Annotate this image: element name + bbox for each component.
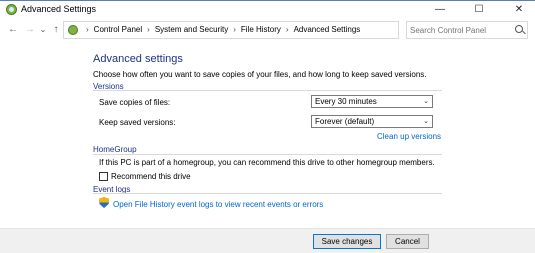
- event-logs-divider: [93, 193, 442, 194]
- breadcrumb-separator: ›: [147, 25, 150, 34]
- cancel-button[interactable]: Cancel: [386, 234, 429, 249]
- breadcrumb-system-and-security[interactable]: System and Security: [155, 25, 228, 34]
- homegroup-section-title: HomeGroup: [93, 145, 137, 154]
- window-title: Advanced Settings: [21, 4, 97, 14]
- keep-versions-select[interactable]: Forever (default) ⌄: [311, 115, 433, 128]
- dialog-footer: Save changes Cancel: [0, 228, 535, 253]
- title-bar: Advanced Settings — ☐ ✕: [0, 0, 535, 18]
- maximize-button[interactable]: ☐: [466, 1, 492, 18]
- keep-versions-label: Keep saved versions:: [99, 118, 176, 127]
- versions-divider: [93, 90, 442, 91]
- search-input[interactable]: [410, 24, 510, 36]
- address-bar[interactable]: › Control Panel › System and Security › …: [63, 21, 460, 39]
- back-button[interactable]: ←: [7, 23, 19, 36]
- event-logs-link[interactable]: Open File History event logs to view rec…: [113, 200, 323, 209]
- shield-icon: [99, 197, 109, 208]
- chevron-down-icon: ⌄: [423, 118, 429, 125]
- save-copies-value: Every 30 minutes: [315, 97, 377, 106]
- control-panel-icon: [68, 25, 78, 35]
- save-changes-button[interactable]: Save changes: [313, 234, 381, 249]
- breadcrumb-separator: ›: [285, 25, 289, 34]
- recent-locations-button[interactable]: ⌄: [37, 23, 49, 36]
- save-copies-select[interactable]: Every 30 minutes ⌄: [311, 95, 433, 108]
- breadcrumb-advanced-settings[interactable]: Advanced Settings: [294, 25, 361, 34]
- address-toolbar: ← → ⌄ ↑ › Control Panel › System and Sec…: [0, 19, 535, 41]
- forward-button[interactable]: →: [24, 23, 36, 36]
- breadcrumb-file-history[interactable]: File History: [241, 25, 281, 34]
- search-icon[interactable]: [515, 25, 523, 33]
- save-copies-label: Save copies of files:: [99, 98, 171, 107]
- page-title: Advanced settings: [93, 53, 183, 65]
- close-button[interactable]: ✕: [506, 1, 532, 18]
- breadcrumb-control-panel[interactable]: Control Panel: [94, 25, 142, 34]
- keep-versions-value: Forever (default): [315, 117, 375, 126]
- recommend-drive-checkbox[interactable]: [99, 172, 108, 181]
- page-description: Choose how often you want to save copies…: [93, 70, 427, 79]
- minimize-button[interactable]: —: [427, 1, 453, 18]
- recommend-drive-label[interactable]: Recommend this drive: [111, 172, 191, 181]
- search-box[interactable]: [406, 21, 528, 39]
- up-button[interactable]: ↑: [50, 23, 62, 36]
- file-history-icon: [6, 4, 17, 15]
- breadcrumb-separator: ›: [233, 25, 236, 34]
- clean-up-versions-link[interactable]: Clean up versions: [377, 132, 441, 141]
- main-content: Advanced settings Choose how often you w…: [0, 41, 535, 228]
- homegroup-divider: [93, 154, 442, 155]
- breadcrumb: › Control Panel › System and Security › …: [81, 25, 360, 34]
- breadcrumb-separator: ›: [86, 25, 89, 34]
- chevron-down-icon: ⌄: [423, 98, 429, 105]
- homegroup-description: If this PC is part of a homegroup, you c…: [99, 158, 435, 167]
